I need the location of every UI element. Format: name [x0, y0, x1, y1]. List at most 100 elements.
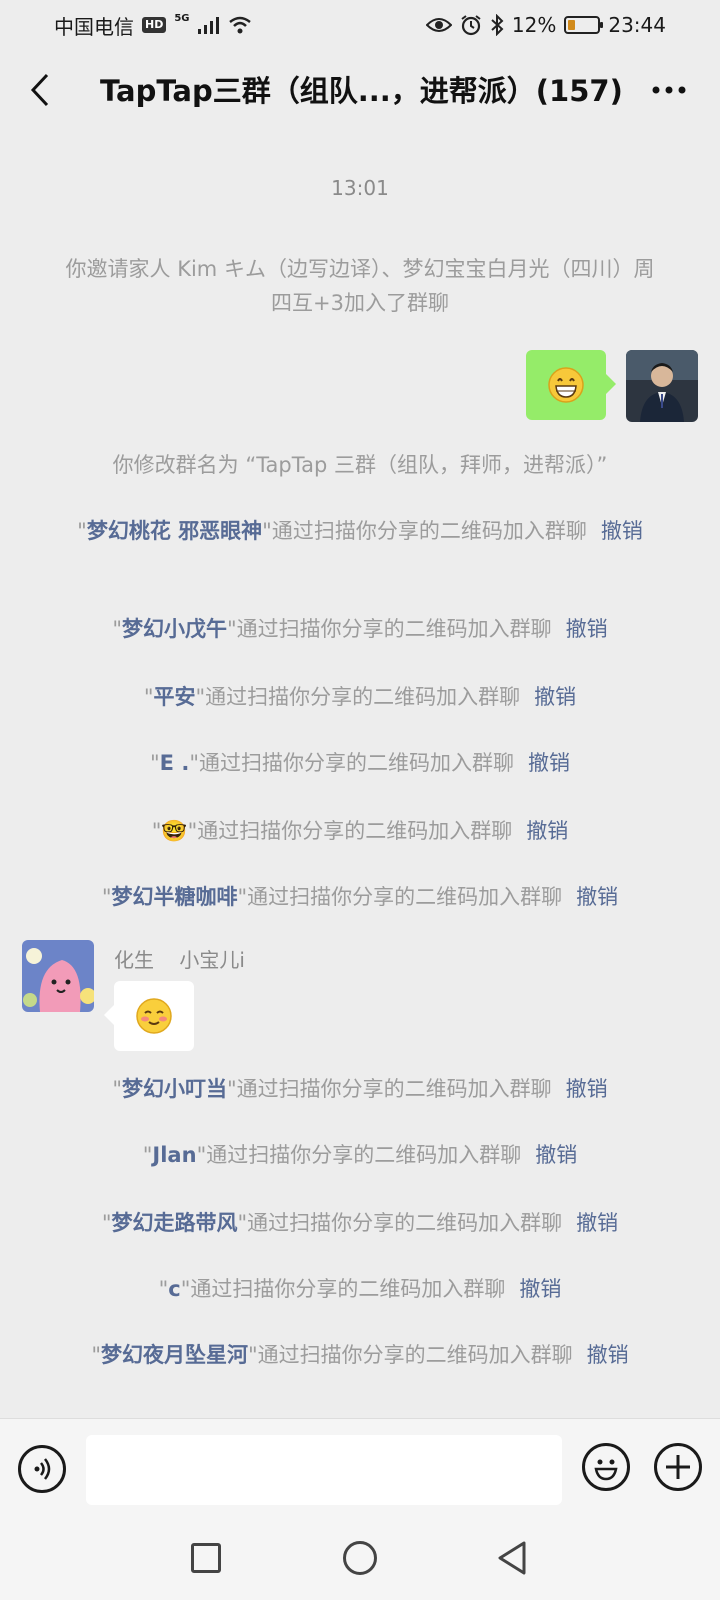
system-message-join: "🤓"通过扫描你分享的二维码加入群聊 撤销	[50, 814, 670, 848]
other-message-row: 化生 小宝儿i	[22, 940, 245, 1051]
joined-member-name[interactable]: Jlan	[152, 1143, 196, 1167]
join-description: "通过扫描你分享的二维码加入群聊	[187, 819, 513, 843]
revoke-link[interactable]: 撤销	[528, 751, 570, 775]
join-description: "通过扫描你分享的二维码加入群聊	[227, 1077, 552, 1101]
chevron-left-icon	[30, 73, 49, 107]
sender-avatar[interactable]	[22, 940, 94, 1012]
network-type: 5G	[174, 12, 190, 24]
join-description: "通过扫描你分享的二维码加入群聊	[195, 685, 521, 709]
system-message-join: "E ."通过扫描你分享的二维码加入群聊 撤销	[50, 746, 670, 780]
more-actions-button[interactable]	[654, 1443, 702, 1491]
joined-member-name[interactable]: c	[168, 1277, 180, 1301]
joined-member-name[interactable]: 梦幻夜月坠星河	[101, 1343, 248, 1367]
revoke-link[interactable]: 撤销	[519, 1277, 561, 1301]
eye-icon	[425, 18, 452, 32]
more-options-button[interactable]	[644, 70, 694, 110]
system-message-join: "Jlan"通过扫描你分享的二维码加入群聊 撤销	[50, 1138, 670, 1172]
revoke-link[interactable]: 撤销	[526, 819, 568, 843]
status-right: 12% 23:44	[425, 13, 666, 37]
emoji-button[interactable]	[582, 1443, 630, 1491]
joined-member-name[interactable]: 梦幻半糖咖啡	[112, 885, 238, 909]
join-description: "通过扫描你分享的二维码加入群聊	[227, 617, 552, 641]
system-message-join: "梦幻小戊午"通过扫描你分享的二维码加入群聊 撤销	[50, 612, 670, 646]
revoke-link[interactable]: 撤销	[566, 1077, 608, 1101]
system-message-join: "梦幻夜月坠星河"通过扫描你分享的二维码加入群聊 撤销	[50, 1338, 670, 1372]
input-bar	[0, 1418, 720, 1518]
other-message-bubble[interactable]	[104, 981, 194, 1051]
revoke-link[interactable]: 撤销	[534, 685, 576, 709]
quote-mark: "	[112, 617, 122, 641]
plus-icon	[666, 1455, 690, 1479]
my-message-row	[526, 350, 698, 422]
joined-member-name[interactable]: 梦幻走路带风	[112, 1211, 238, 1235]
join-description: "通过扫描你分享的二维码加入群聊	[248, 1343, 573, 1367]
quote-mark: "	[101, 885, 112, 909]
chat-header: TapTap三群（组队...，进帮派）(157)	[0, 50, 720, 132]
system-navigation-bar	[0, 1518, 720, 1600]
battery-icon	[564, 16, 604, 34]
battery-percent: 12%	[511, 13, 557, 37]
quote-mark: "	[151, 819, 162, 843]
joined-member-name[interactable]: 梦幻桃花 邪恶眼神	[87, 519, 262, 543]
joined-member-name[interactable]: 梦幻小叮当	[122, 1077, 227, 1101]
system-message-join: "梦幻小叮当"通过扫描你分享的二维码加入群聊 撤销	[50, 1072, 670, 1106]
my-message-bubble[interactable]	[526, 350, 616, 420]
message-timestamp: 13:01	[331, 176, 389, 200]
signal-icon	[197, 17, 219, 34]
quote-mark: "	[158, 1277, 169, 1301]
status-bar: 中国电信 HD 5G 12% 23:44	[0, 0, 720, 50]
quote-mark: "	[150, 751, 160, 775]
message-list[interactable]: 13:01 你邀请家人 Kim キム（边写边译）、梦幻宝宝白月光（四川）周四互+…	[0, 132, 720, 1418]
bluetooth-icon	[491, 14, 504, 36]
revoke-link[interactable]: 撤销	[566, 617, 608, 641]
hd-badge: HD	[142, 17, 167, 33]
sender-name: 化生 小宝儿i	[114, 948, 245, 972]
status-left: 中国电信 HD 5G	[54, 11, 252, 40]
revoke-link[interactable]: 撤销	[576, 885, 618, 909]
voice-input-button[interactable]	[18, 1445, 66, 1493]
voice-icon	[34, 1458, 51, 1480]
message-input[interactable]	[86, 1435, 562, 1505]
system-message-join: "梦幻桃花 邪恶眼神"通过扫描你分享的二维码加入群聊 撤销	[50, 514, 670, 548]
system-message-join: "c"通过扫描你分享的二维码加入群聊 撤销	[50, 1272, 670, 1306]
joined-member-name[interactable]: 🤓	[161, 819, 187, 843]
carrier-label: 中国电信	[54, 14, 134, 39]
revoke-link[interactable]: 撤销	[601, 519, 643, 543]
join-description: "通过扫描你分享的二维码加入群聊	[237, 885, 563, 909]
more-dots-icon	[652, 86, 686, 94]
system-message-join: "梦幻半糖咖啡"通过扫描你分享的二维码加入群聊 撤销	[50, 880, 670, 914]
system-message-join: "梦幻走路带风"通过扫描你分享的二维码加入群聊 撤销	[50, 1206, 670, 1240]
system-message-join: "平安"通过扫描你分享的二维码加入群聊 撤销	[50, 680, 670, 714]
wifi-icon	[228, 16, 251, 34]
system-message-rename: 你修改群名为 “TapTap 三群（组队，拜师，进帮派）”	[112, 453, 608, 477]
my-avatar[interactable]	[626, 350, 698, 422]
smiling-blush-emoji-icon	[136, 998, 172, 1034]
quote-mark: "	[101, 1211, 112, 1235]
clock: 23:44	[608, 13, 666, 37]
system-message-invite: 你邀请家人 Kim キム（边写边译）、梦幻宝宝白月光（四川）周四互+3加入了群聊	[65, 257, 655, 315]
other-message-content: 化生 小宝儿i	[104, 940, 245, 1051]
back-triangle-icon[interactable]	[494, 1540, 530, 1576]
join-description: "通过扫描你分享的二维码加入群聊	[196, 1143, 522, 1167]
revoke-link[interactable]: 撤销	[587, 1343, 629, 1367]
joined-member-name[interactable]: 平安	[154, 685, 196, 709]
join-description: "通过扫描你分享的二维码加入群聊	[180, 1277, 506, 1301]
quote-mark: "	[91, 1343, 101, 1367]
quote-mark: "	[77, 519, 87, 543]
alarm-icon	[461, 15, 481, 36]
quote-mark: "	[143, 685, 154, 709]
quote-mark: "	[112, 1077, 122, 1101]
home-button[interactable]	[343, 1541, 377, 1575]
join-description: "通过扫描你分享的二维码加入群聊	[262, 519, 587, 543]
smile-icon	[594, 1459, 618, 1481]
back-button[interactable]	[20, 70, 60, 110]
revoke-link[interactable]: 撤销	[576, 1211, 618, 1235]
chat-title: TapTap三群（组队...，进帮派）(157)	[100, 74, 623, 108]
recent-apps-button[interactable]	[191, 1543, 221, 1573]
join-description: "通过扫描你分享的二维码加入群聊	[189, 751, 514, 775]
joined-member-name[interactable]: 梦幻小戊午	[122, 617, 227, 641]
quote-mark: "	[142, 1143, 153, 1167]
revoke-link[interactable]: 撤销	[535, 1143, 577, 1167]
grinning-emoji-icon	[548, 367, 584, 403]
joined-member-name[interactable]: E .	[160, 751, 190, 775]
